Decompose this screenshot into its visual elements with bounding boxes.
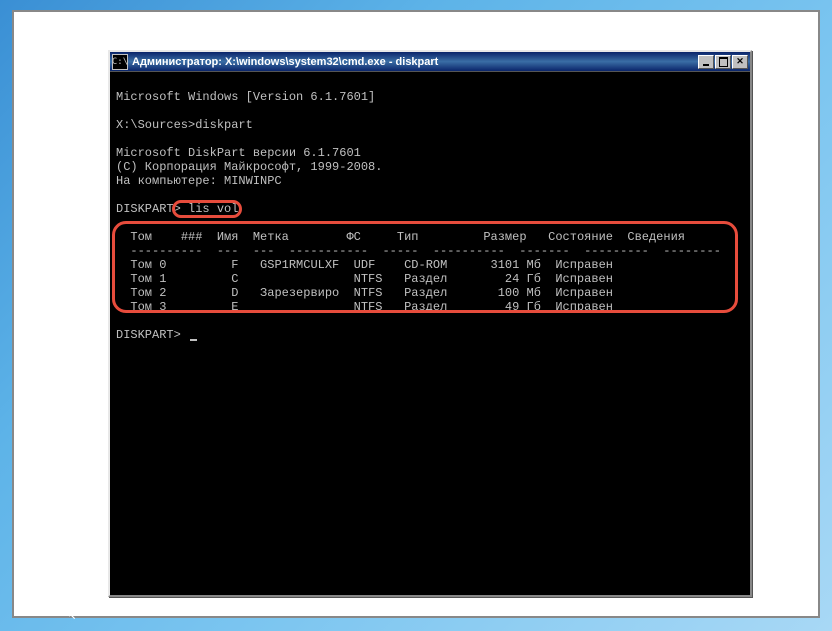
table-row: Том 3 E NTFS Раздел 49 Гб Исправен [130,300,613,314]
titlebar[interactable]: C:\ Администратор: X:\windows\system32\c… [110,52,750,72]
diskpart-prompt-2: DISKPART> [116,328,181,342]
table-row: Том 1 C NTFS Раздел 24 Гб Исправен [130,272,613,286]
window-title: Администратор: X:\windows\system32\cmd.e… [132,56,698,68]
window-controls [698,55,748,69]
prompt-line: X:\Sources>diskpart [116,118,253,132]
cmd-window: C:\ Администратор: X:\windows\system32\c… [108,50,752,597]
diskpart-version: Microsoft DiskPart версии 6.1.7601 [116,146,361,160]
close-button[interactable] [732,55,748,69]
version-line: Microsoft Windows [Version 6.1.7601] [116,90,375,104]
copyright-line: (C) Корпорация Майкрософт, 1999-2008. [116,160,382,174]
table-header-row: Том ### Имя Метка ФС Тип Размер Состояни… [130,230,685,244]
diskpart-prompt: DISKPART> [116,202,181,216]
screenshot-border: C:\ Администратор: X:\windows\system32\c… [12,10,820,618]
minimize-button[interactable] [698,55,714,69]
computer-line: На компьютере: MINWINPC [116,174,282,188]
console-output[interactable]: Microsoft Windows [Version 6.1.7601] X:\… [110,72,750,402]
table-row: Том 0 F GSP1RMCULXF UDF CD-ROM 3101 Мб И… [130,258,613,272]
cmd-icon: C:\ [112,54,128,70]
command-entered: lis vol [188,202,238,216]
maximize-button[interactable] [715,55,731,69]
table-row: Том 2 D Зарезервиро NTFS Раздел 100 Мб И… [130,286,613,300]
cursor [190,339,197,341]
